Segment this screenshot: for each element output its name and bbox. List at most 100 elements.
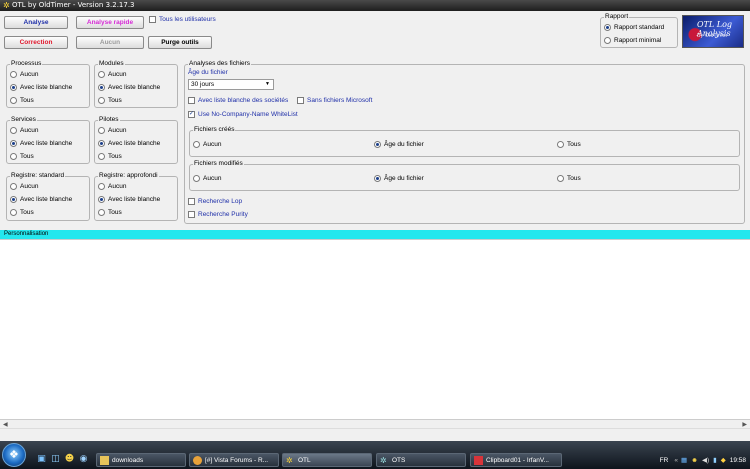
radio-dot: [557, 141, 564, 148]
show-desktop-icon[interactable]: ▣: [36, 454, 47, 465]
irfanview-icon: [474, 455, 483, 465]
recherche-purity-checkbox[interactable]: Recherche Purity: [188, 211, 248, 218]
radio-dot: [98, 97, 105, 104]
task-clipboard[interactable]: Clipboard01 - IrfanV...: [470, 453, 562, 467]
modules-aucun-radio[interactable]: Aucun: [98, 71, 126, 78]
radio-dot: [374, 141, 381, 148]
crees-tous-radio[interactable]: Tous: [557, 141, 581, 148]
radio-dot: [604, 24, 611, 31]
personnalisation-header: Personnalisation: [0, 230, 750, 239]
system-tray: FR « ▦ ☻ ◀) ▮ ◆ 19:58: [660, 453, 750, 467]
processus-aucun-radio[interactable]: Aucun: [10, 71, 38, 78]
messenger-tray-icon[interactable]: ☻: [691, 457, 698, 464]
firefox-icon: [193, 455, 202, 465]
analyse-button[interactable]: Analyse: [4, 16, 68, 29]
radio-dot: [10, 84, 17, 91]
title-bar: ✲ OTL by OldTimer - Version 3.2.17.3: [0, 0, 750, 11]
registre-app-blanche-radio[interactable]: Avec liste blanche: [98, 196, 160, 203]
scroll-right-icon[interactable]: ▶: [742, 421, 747, 428]
radio-dot: [193, 141, 200, 148]
age-fichier-select[interactable]: 30 jours ▼: [188, 79, 274, 90]
language-indicator[interactable]: FR: [660, 457, 669, 464]
registre-approfondi-group: Registre: approfondi Aucun Avec liste bl…: [94, 172, 178, 221]
chevron-down-icon: ▼: [265, 81, 270, 87]
task-ots[interactable]: ✲ OTS: [376, 453, 466, 467]
check-icon: ✓: [188, 111, 195, 118]
registre-std-tous-radio[interactable]: Tous: [10, 209, 34, 216]
registre-app-tous-radio[interactable]: Tous: [98, 209, 122, 216]
ots-icon: ✲: [380, 455, 387, 465]
purge-outils-button[interactable]: Purge outils: [148, 36, 212, 49]
services-tous-radio[interactable]: Tous: [10, 153, 34, 160]
rapport-minimal-radio[interactable]: Rapport minimal: [604, 37, 661, 44]
radio-dot: [604, 37, 611, 44]
correction-button[interactable]: Correction: [4, 36, 68, 49]
radio-dot: [374, 175, 381, 182]
pilotes-aucun-radio[interactable]: Aucun: [98, 127, 126, 134]
crees-aucun-radio[interactable]: Aucun: [193, 141, 221, 148]
network-icon[interactable]: ▦: [681, 456, 687, 464]
processus-blanche-radio[interactable]: Avec liste blanche: [10, 84, 72, 91]
pilotes-blanche-radio[interactable]: Avec liste blanche: [98, 140, 160, 147]
aucun-button[interactable]: Aucun: [76, 36, 144, 49]
services-aucun-radio[interactable]: Aucun: [10, 127, 38, 134]
otl-icon: ✲: [286, 455, 293, 465]
messenger-icon[interactable]: ☻: [64, 454, 75, 465]
processus-tous-radio[interactable]: Tous: [10, 97, 34, 104]
checkbox-box: [188, 211, 195, 218]
task-vista-forums[interactable]: [#] Vista Forums - R...: [189, 453, 279, 467]
radio-dot: [557, 175, 564, 182]
radio-dot: [98, 196, 105, 203]
clock[interactable]: 19:58: [730, 457, 746, 464]
modules-group: Modules Aucun Avec liste blanche Tous: [94, 60, 178, 108]
recherche-lop-checkbox[interactable]: Recherche Lop: [188, 198, 242, 205]
modules-tous-radio[interactable]: Tous: [98, 97, 122, 104]
fichiers-modifies-group: Fichiers modifiés Aucun Âge du fichier T…: [189, 160, 740, 191]
analyses-fichiers-group: Analyses des fichiers Âge du fichier 30 …: [184, 60, 745, 224]
tous-utilisateurs-checkbox[interactable]: Tous les utilisateurs: [149, 16, 216, 23]
horizontal-scrollbar[interactable]: ◀ ▶: [0, 419, 750, 428]
radio-dot: [10, 209, 17, 216]
modifies-tous-radio[interactable]: Tous: [557, 175, 581, 182]
sans-microsoft-checkbox[interactable]: Sans fichiers Microsoft: [297, 97, 372, 104]
registre-std-blanche-radio[interactable]: Avec liste blanche: [10, 196, 72, 203]
checkbox-box: [188, 97, 195, 104]
age-fichier-label: Âge du fichier: [188, 69, 228, 76]
power-icon[interactable]: ▮: [713, 456, 717, 464]
rapport-standard-radio[interactable]: Rapport standard: [604, 24, 664, 31]
folder-icon: [100, 455, 109, 465]
start-button[interactable]: [2, 443, 26, 467]
browser-icon[interactable]: ◉: [78, 454, 89, 465]
crees-age-radio[interactable]: Âge du fichier: [374, 141, 424, 148]
checkbox-box: [149, 16, 156, 23]
radio-dot: [10, 196, 17, 203]
radio-dot: [98, 140, 105, 147]
services-blanche-radio[interactable]: Avec liste blanche: [10, 140, 72, 147]
task-otl[interactable]: ✲ OTL: [282, 453, 372, 467]
no-company-checkbox[interactable]: ✓ Use No-Company-Name WhiteList: [188, 111, 298, 118]
radio-dot: [98, 209, 105, 216]
registre-standard-group: Registre: standard Aucun Avec liste blan…: [6, 172, 90, 221]
personnalisation-textarea[interactable]: [0, 239, 750, 419]
modifies-age-radio[interactable]: Âge du fichier: [374, 175, 424, 182]
modules-blanche-radio[interactable]: Avec liste blanche: [98, 84, 160, 91]
pilotes-tous-radio[interactable]: Tous: [98, 153, 122, 160]
radio-dot: [98, 127, 105, 134]
security-icon[interactable]: ◆: [721, 456, 726, 464]
radio-dot: [10, 127, 17, 134]
registre-app-aucun-radio[interactable]: Aucun: [98, 183, 126, 190]
taskbar: ▣ ◫ ☻ ◉ downloads [#] Vista Forums - R..…: [0, 441, 750, 469]
services-group: Services Aucun Avec liste blanche Tous: [6, 116, 90, 164]
tray-expand-icon[interactable]: «: [674, 457, 678, 464]
registre-std-aucun-radio[interactable]: Aucun: [10, 183, 38, 190]
task-downloads[interactable]: downloads: [96, 453, 186, 467]
radio-dot: [10, 71, 17, 78]
switch-windows-icon[interactable]: ◫: [50, 454, 61, 465]
modifies-aucun-radio[interactable]: Aucun: [193, 175, 221, 182]
scroll-left-icon[interactable]: ◀: [3, 421, 8, 428]
pilotes-group: Pilotes Aucun Avec liste blanche Tous: [94, 116, 178, 164]
radio-dot: [193, 175, 200, 182]
analyse-rapide-button[interactable]: Analyse rapide: [76, 16, 144, 29]
liste-societes-checkbox[interactable]: Avec liste blanche des sociétés: [188, 97, 288, 104]
volume-icon[interactable]: ◀): [702, 456, 709, 464]
